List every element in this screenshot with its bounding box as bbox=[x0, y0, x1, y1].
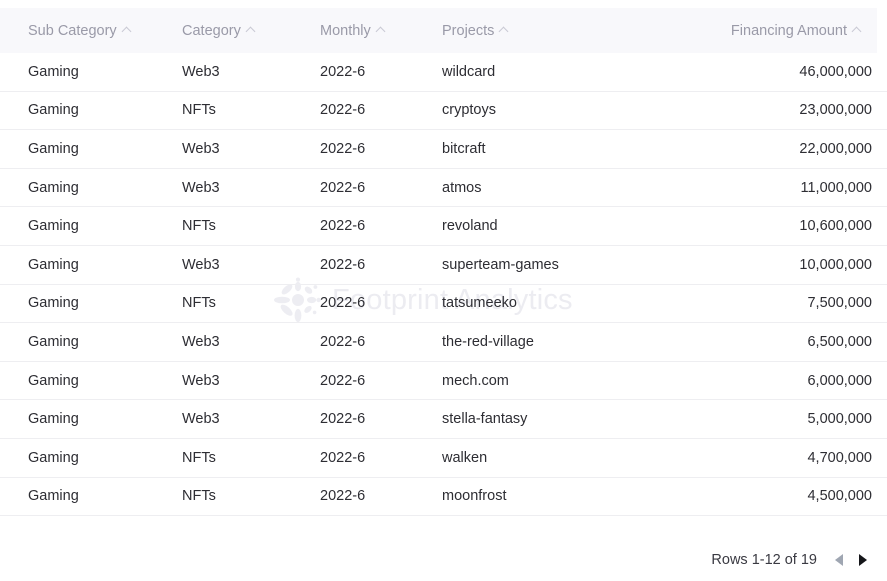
cell-monthly: 2022-6 bbox=[320, 180, 442, 196]
cell-sub-category: Gaming bbox=[0, 488, 182, 504]
chevron-up-icon[interactable] bbox=[247, 25, 256, 34]
table-row[interactable]: Gaming NFTs 2022-6 tatsumeeko 7,500,000 bbox=[0, 285, 887, 324]
cell-financing-amount: 23,000,000 bbox=[672, 102, 887, 118]
cell-sub-category: Gaming bbox=[0, 102, 182, 118]
triangle-left-icon bbox=[835, 554, 843, 566]
column-header-sub-category[interactable]: Sub Category bbox=[0, 23, 182, 39]
table-row[interactable]: Gaming NFTs 2022-6 cryptoys 23,000,000 bbox=[0, 92, 887, 131]
chevron-up-icon[interactable] bbox=[500, 25, 509, 34]
cell-projects: mech.com bbox=[442, 373, 672, 389]
cell-category: NFTs bbox=[182, 102, 320, 118]
cell-monthly: 2022-6 bbox=[320, 334, 442, 350]
cell-financing-amount: 6,500,000 bbox=[672, 334, 887, 350]
cell-monthly: 2022-6 bbox=[320, 411, 442, 427]
cell-category: Web3 bbox=[182, 64, 320, 80]
cell-sub-category: Gaming bbox=[0, 218, 182, 234]
column-header-label: Monthly bbox=[320, 23, 371, 39]
table-row[interactable]: Gaming Web3 2022-6 mech.com 6,000,000 bbox=[0, 362, 887, 401]
cell-projects: tatsumeeko bbox=[442, 295, 672, 311]
cell-projects: bitcraft bbox=[442, 141, 672, 157]
cell-monthly: 2022-6 bbox=[320, 141, 442, 157]
cell-projects: walken bbox=[442, 450, 672, 466]
cell-monthly: 2022-6 bbox=[320, 295, 442, 311]
cell-sub-category: Gaming bbox=[0, 373, 182, 389]
pagination: Rows 1-12 of 19 bbox=[711, 547, 875, 573]
cell-sub-category: Gaming bbox=[0, 450, 182, 466]
cell-monthly: 2022-6 bbox=[320, 488, 442, 504]
cell-projects: superteam-games bbox=[442, 257, 672, 273]
cell-financing-amount: 10,600,000 bbox=[672, 218, 887, 234]
cell-financing-amount: 10,000,000 bbox=[672, 257, 887, 273]
cell-projects: moonfrost bbox=[442, 488, 672, 504]
table-row[interactable]: Gaming Web3 2022-6 bitcraft 22,000,000 bbox=[0, 130, 887, 169]
cell-sub-category: Gaming bbox=[0, 64, 182, 80]
table-row[interactable]: Gaming NFTs 2022-6 walken 4,700,000 bbox=[0, 439, 887, 478]
cell-category: NFTs bbox=[182, 218, 320, 234]
column-header-category[interactable]: Category bbox=[182, 23, 320, 39]
table-body: Gaming Web3 2022-6 wildcard 46,000,000 G… bbox=[0, 53, 887, 516]
cell-financing-amount: 4,500,000 bbox=[672, 488, 887, 504]
cell-financing-amount: 7,500,000 bbox=[672, 295, 887, 311]
cell-category: Web3 bbox=[182, 334, 320, 350]
cell-financing-amount: 22,000,000 bbox=[672, 141, 887, 157]
column-header-label: Financing Amount bbox=[731, 23, 847, 39]
table-row[interactable]: Gaming Web3 2022-6 stella-fantasy 5,000,… bbox=[0, 400, 887, 439]
cell-projects: the-red-village bbox=[442, 334, 672, 350]
column-header-financing-amount[interactable]: Financing Amount bbox=[672, 23, 877, 39]
cell-monthly: 2022-6 bbox=[320, 373, 442, 389]
cell-financing-amount: 5,000,000 bbox=[672, 411, 887, 427]
cell-projects: atmos bbox=[442, 180, 672, 196]
table-row[interactable]: Gaming NFTs 2022-6 revoland 10,600,000 bbox=[0, 207, 887, 246]
column-header-label: Projects bbox=[442, 23, 494, 39]
cell-category: Web3 bbox=[182, 373, 320, 389]
cell-sub-category: Gaming bbox=[0, 411, 182, 427]
chevron-up-icon[interactable] bbox=[853, 25, 862, 34]
chevron-up-icon[interactable] bbox=[377, 25, 386, 34]
cell-financing-amount: 11,000,000 bbox=[672, 180, 887, 196]
triangle-right-icon bbox=[859, 554, 867, 566]
cell-category: Web3 bbox=[182, 411, 320, 427]
cell-monthly: 2022-6 bbox=[320, 218, 442, 234]
cell-category: NFTs bbox=[182, 488, 320, 504]
table-row[interactable]: Gaming Web3 2022-6 atmos 11,000,000 bbox=[0, 169, 887, 208]
table-row[interactable]: Gaming Web3 2022-6 wildcard 46,000,000 bbox=[0, 53, 887, 92]
cell-sub-category: Gaming bbox=[0, 257, 182, 273]
financing-data-table: Footprint Analytics Sub Category Categor… bbox=[0, 0, 887, 581]
pagination-rows-label: Rows 1-12 of 19 bbox=[711, 552, 817, 568]
table-row[interactable]: Gaming Web3 2022-6 superteam-games 10,00… bbox=[0, 246, 887, 285]
column-header-label: Category bbox=[182, 23, 241, 39]
cell-sub-category: Gaming bbox=[0, 141, 182, 157]
cell-category: Web3 bbox=[182, 180, 320, 196]
cell-projects: cryptoys bbox=[442, 102, 672, 118]
cell-sub-category: Gaming bbox=[0, 334, 182, 350]
cell-category: Web3 bbox=[182, 257, 320, 273]
cell-sub-category: Gaming bbox=[0, 180, 182, 196]
cell-monthly: 2022-6 bbox=[320, 450, 442, 466]
column-header-monthly[interactable]: Monthly bbox=[320, 23, 442, 39]
table-row[interactable]: Gaming NFTs 2022-6 moonfrost 4,500,000 bbox=[0, 478, 887, 517]
table-header-row: Sub Category Category Monthly Projects F… bbox=[0, 8, 877, 53]
pagination-next-button[interactable] bbox=[853, 550, 873, 570]
cell-financing-amount: 6,000,000 bbox=[672, 373, 887, 389]
pagination-prev-button[interactable] bbox=[829, 550, 849, 570]
cell-category: NFTs bbox=[182, 295, 320, 311]
cell-financing-amount: 46,000,000 bbox=[672, 64, 887, 80]
table-row[interactable]: Gaming Web3 2022-6 the-red-village 6,500… bbox=[0, 323, 887, 362]
cell-category: Web3 bbox=[182, 141, 320, 157]
cell-category: NFTs bbox=[182, 450, 320, 466]
cell-projects: revoland bbox=[442, 218, 672, 234]
cell-projects: stella-fantasy bbox=[442, 411, 672, 427]
column-header-projects[interactable]: Projects bbox=[442, 23, 672, 39]
column-header-label: Sub Category bbox=[28, 23, 117, 39]
cell-projects: wildcard bbox=[442, 64, 672, 80]
cell-financing-amount: 4,700,000 bbox=[672, 450, 887, 466]
cell-monthly: 2022-6 bbox=[320, 257, 442, 273]
chevron-up-icon[interactable] bbox=[123, 25, 132, 34]
cell-monthly: 2022-6 bbox=[320, 64, 442, 80]
cell-monthly: 2022-6 bbox=[320, 102, 442, 118]
cell-sub-category: Gaming bbox=[0, 295, 182, 311]
